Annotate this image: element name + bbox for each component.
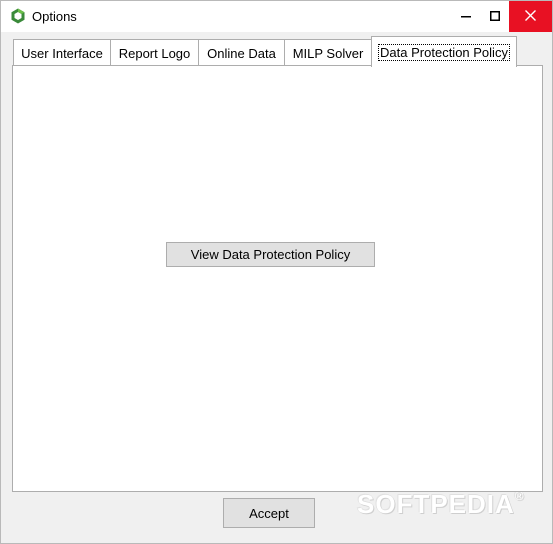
view-data-protection-policy-button[interactable]: View Data Protection Policy — [166, 242, 375, 267]
tab-strip: User Interface Report Logo Online Data M… — [13, 36, 543, 67]
maximize-icon — [490, 9, 500, 24]
tab-label: Online Data — [207, 45, 276, 61]
tab-data-protection-policy[interactable]: Data Protection Policy — [371, 36, 517, 67]
tab-milp-solver[interactable]: MILP Solver — [284, 39, 372, 66]
close-button[interactable] — [509, 1, 552, 32]
window-title: Options — [32, 9, 77, 24]
options-window: Options User Interface Report Logo Onlin… — [0, 0, 553, 544]
tab-label: Data Protection Policy — [378, 43, 510, 61]
watermark-text: SOFTPEDIA — [357, 489, 515, 519]
title-bar[interactable]: Options — [1, 1, 552, 32]
tab-label: MILP Solver — [292, 45, 364, 61]
tab-online-data[interactable]: Online Data — [198, 39, 285, 66]
maximize-button[interactable] — [480, 1, 510, 32]
softpedia-watermark: SOFTPEDIA® — [357, 489, 525, 520]
tab-panel-data-protection-policy: View Data Protection Policy — [12, 65, 543, 492]
tab-report-logo[interactable]: Report Logo — [110, 39, 199, 66]
tab-label: User Interface — [21, 45, 103, 61]
hexagon-ring-icon — [10, 8, 26, 24]
minimize-icon — [461, 9, 471, 24]
tab-user-interface[interactable]: User Interface — [13, 39, 111, 66]
close-icon — [525, 9, 536, 24]
tab-label: Report Logo — [118, 45, 191, 61]
accept-button[interactable]: Accept — [223, 498, 315, 528]
minimize-button[interactable] — [451, 1, 481, 32]
